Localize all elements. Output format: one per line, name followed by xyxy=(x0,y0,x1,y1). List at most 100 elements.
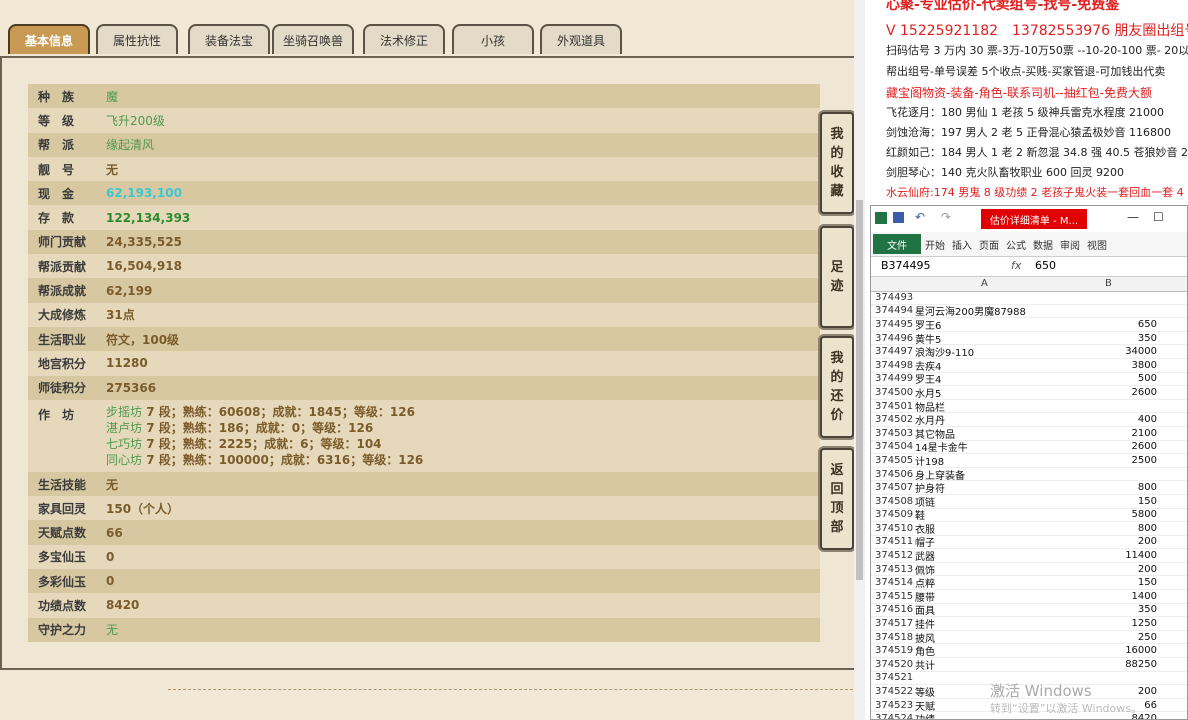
back-to-top-button[interactable]: 返回顶部 xyxy=(820,448,854,550)
row-number[interactable]: 374493 xyxy=(871,292,915,303)
save-icon[interactable] xyxy=(893,212,904,223)
tab-1[interactable]: 属性抗性 xyxy=(96,24,178,54)
row-number[interactable]: 374508 xyxy=(871,496,915,507)
row-number[interactable]: 374515 xyxy=(871,591,915,602)
cell-b[interactable]: 1250 xyxy=(1051,618,1161,629)
cell-b[interactable]: 5800 xyxy=(1051,509,1161,520)
row-number[interactable]: 374512 xyxy=(871,550,915,561)
row-number[interactable]: 374499 xyxy=(871,373,915,384)
info-row: 靓 号无 xyxy=(28,156,820,182)
cell-b[interactable]: 200 xyxy=(1051,536,1161,547)
redo-icon[interactable]: ↷ xyxy=(941,210,951,224)
cell-b[interactable]: 800 xyxy=(1051,523,1161,534)
row-number[interactable]: 374496 xyxy=(871,333,915,344)
ribbon-tab-0[interactable]: 文件 xyxy=(873,234,921,254)
ribbon-tab-6[interactable]: 审阅 xyxy=(1060,237,1080,252)
column-b-header[interactable]: B xyxy=(1105,278,1112,289)
my-bargain-button[interactable]: 我的还价 xyxy=(820,336,854,438)
info-row: 天赋点数 66 xyxy=(28,520,820,545)
cell-b[interactable]: 150 xyxy=(1051,577,1161,588)
row-number[interactable]: 374505 xyxy=(871,455,915,466)
maximize-icon[interactable]: ☐ xyxy=(1153,210,1164,224)
row-number[interactable]: 374501 xyxy=(871,401,915,412)
row-number[interactable]: 374513 xyxy=(871,564,915,575)
ad-line: 藏宝阁物资-装备-角色-联系司机--抽红包-免费大额 xyxy=(886,86,1152,100)
cell-b[interactable]: 16000 xyxy=(1051,645,1161,656)
ribbon-tab-1[interactable]: 开始 xyxy=(925,237,945,252)
footprint-button[interactable]: 足迹 xyxy=(820,226,854,328)
row-number[interactable]: 374504 xyxy=(871,441,915,452)
row-number[interactable]: 374523 xyxy=(871,700,915,711)
cell-b[interactable]: 650 xyxy=(1051,319,1161,330)
ribbon-tab-7[interactable]: 视图 xyxy=(1087,237,1107,252)
ad-line: 剑胆琴心：140 克火队畜牧职业 600 回灵 9200 xyxy=(886,166,1124,179)
cell-b[interactable]: 250 xyxy=(1051,632,1161,643)
cell-b[interactable]: 2100 xyxy=(1051,428,1161,439)
workshop-name: 湛卢坊 xyxy=(106,420,143,435)
row-number[interactable]: 374510 xyxy=(871,523,915,534)
cell-b[interactable]: 88250 xyxy=(1051,659,1161,670)
cell-b[interactable]: 500 xyxy=(1051,373,1161,384)
cell-b[interactable]: 2600 xyxy=(1051,441,1161,452)
cell-b[interactable]: 400 xyxy=(1051,414,1161,425)
row-number[interactable]: 374503 xyxy=(871,428,915,439)
row-number[interactable]: 374518 xyxy=(871,632,915,643)
row-number[interactable]: 374502 xyxy=(871,414,915,425)
fx-icon[interactable]: fx xyxy=(1011,259,1021,272)
divider xyxy=(168,689,858,690)
side-button-char: 回 xyxy=(830,482,844,497)
tab-6[interactable]: 外观道具 xyxy=(540,24,622,54)
row-number[interactable]: 374495 xyxy=(871,319,915,330)
row-number[interactable]: 374506 xyxy=(871,469,915,480)
row-number[interactable]: 374511 xyxy=(871,536,915,547)
row-number[interactable]: 374507 xyxy=(871,482,915,493)
name-box[interactable]: B374495 xyxy=(881,259,931,272)
row-number[interactable]: 374498 xyxy=(871,360,915,371)
side-button-char: 价 xyxy=(830,408,844,423)
cell-b[interactable]: 800 xyxy=(1051,482,1161,493)
row-number[interactable]: 374514 xyxy=(871,577,915,588)
cell-b[interactable]: 34000 xyxy=(1051,346,1161,357)
formula-input[interactable]: 650 xyxy=(1035,259,1056,272)
ribbon-tab-2[interactable]: 插入 xyxy=(952,237,972,252)
row-number[interactable]: 374517 xyxy=(871,618,915,629)
my-favorites-button[interactable]: 我的收藏 xyxy=(820,112,854,214)
row-number[interactable]: 374500 xyxy=(871,387,915,398)
cell-b[interactable]: 350 xyxy=(1051,604,1161,615)
tab-2[interactable]: 装备法宝 xyxy=(188,24,270,54)
row-number[interactable]: 374516 xyxy=(871,604,915,615)
cell-b[interactable]: 150 xyxy=(1051,496,1161,507)
column-a-header[interactable]: A xyxy=(981,278,988,289)
ribbon-tab-3[interactable]: 页面 xyxy=(979,237,999,252)
tab-3[interactable]: 坐骑召唤兽 xyxy=(272,24,354,54)
cell-b[interactable]: 1400 xyxy=(1051,591,1161,602)
row-number[interactable]: 374522 xyxy=(871,686,915,697)
ribbon-tab-5[interactable]: 数据 xyxy=(1033,237,1053,252)
sheet-grid: 374493 374494 星河云海200男魔87988 374495 罗王6 650 37… xyxy=(871,291,1187,719)
minimize-icon[interactable]: — xyxy=(1127,210,1139,224)
cell-b[interactable]: 2500 xyxy=(1051,455,1161,466)
tab-0[interactable]: 基本信息 xyxy=(8,24,90,54)
row-number[interactable]: 374520 xyxy=(871,659,915,670)
cell-b[interactable]: 3800 xyxy=(1051,360,1161,371)
cell-b[interactable]: 11400 xyxy=(1051,550,1161,561)
row-number[interactable]: 374509 xyxy=(871,509,915,520)
row-number[interactable]: 374524 xyxy=(871,713,915,719)
cell-b[interactable]: 2600 xyxy=(1051,387,1161,398)
workshop-line: 同心坊 7 段；熟练：100000；成就：6316；等级：126 xyxy=(106,452,423,468)
row-number[interactable]: 374519 xyxy=(871,645,915,656)
tab-4[interactable]: 法术修正 xyxy=(363,24,445,54)
tab-5[interactable]: 小孩 xyxy=(452,24,534,54)
cell-b[interactable]: 200 xyxy=(1051,564,1161,575)
row-number[interactable]: 374521 xyxy=(871,672,915,683)
ad-line: 扫码估号 3 万内 30 票-3万-10万50票 --10-20-100 票- … xyxy=(886,44,1188,57)
cell-b[interactable]: 350 xyxy=(1051,333,1161,344)
cell-a[interactable]: 共计 xyxy=(915,657,1051,672)
scrollbar-thumb[interactable] xyxy=(856,200,863,580)
ribbon-tab-4[interactable]: 公式 xyxy=(1006,237,1026,252)
info-label: 师门贡献 xyxy=(38,235,87,250)
row-number[interactable]: 374497 xyxy=(871,346,915,357)
row-number[interactable]: 374494 xyxy=(871,305,915,316)
ad-line: 水云仙府:174 男鬼 8 级功绩 2 老孩子鬼火装一套回血一套 4 xyxy=(886,186,1184,199)
undo-icon[interactable]: ↶ xyxy=(915,210,925,224)
